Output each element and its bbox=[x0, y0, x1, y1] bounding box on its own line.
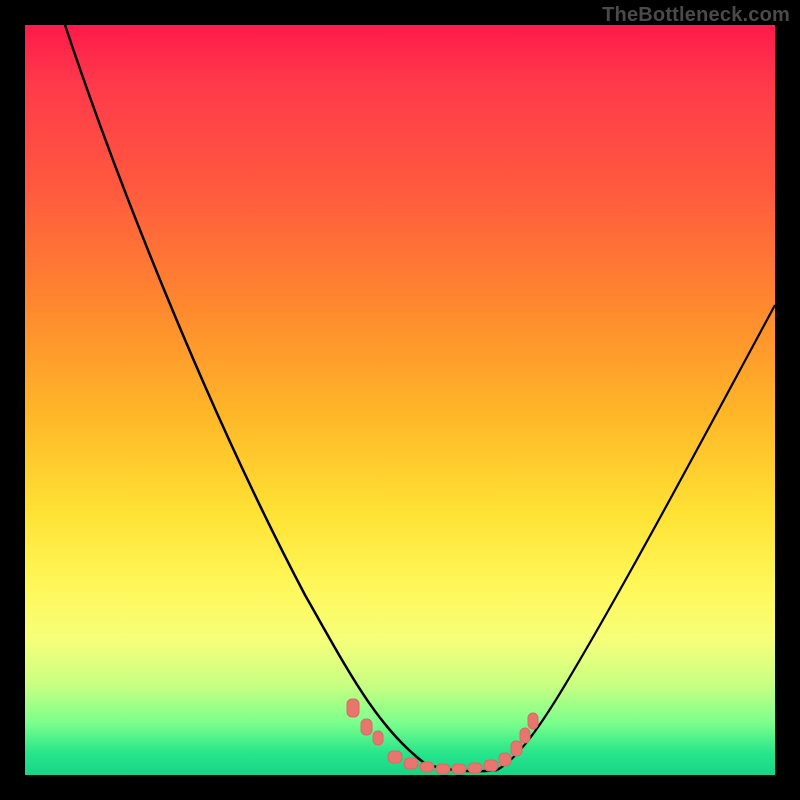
watermark-text: TheBottleneck.com bbox=[602, 4, 790, 27]
plot-area bbox=[25, 25, 775, 775]
curve-left-branch bbox=[65, 25, 423, 762]
bottleneck-curve bbox=[25, 25, 775, 775]
curve-right-branch bbox=[497, 305, 775, 770]
outer-frame: TheBottleneck.com bbox=[0, 0, 800, 800]
